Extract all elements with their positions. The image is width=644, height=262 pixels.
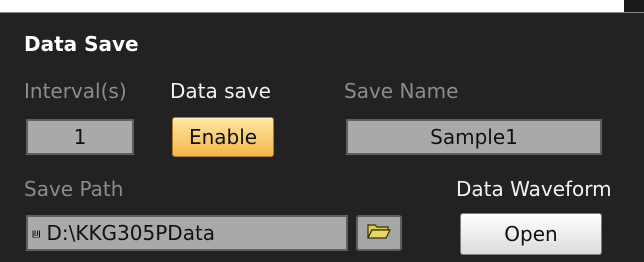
interval-input[interactable]: 1 <box>26 119 134 155</box>
save-name-input[interactable]: Sample1 <box>346 119 602 155</box>
open-waveform-button[interactable]: Open <box>460 213 602 255</box>
save-name-label: Save Name <box>344 79 459 103</box>
save-path-value: D:\KKG305PData <box>46 221 216 245</box>
section-title: Data Save <box>24 32 139 56</box>
top-strip <box>0 0 644 12</box>
data-waveform-label: Data Waveform <box>456 177 612 201</box>
save-path-label: Save Path <box>24 177 124 201</box>
interval-label: Interval(s) <box>24 79 127 103</box>
enable-button[interactable]: Enable <box>172 117 274 157</box>
path-icon: ⩏ <box>32 224 41 242</box>
browse-folder-button[interactable] <box>356 215 402 251</box>
save-path-input[interactable]: ⩏ D:\KKG305PData <box>26 215 348 251</box>
top-strip-dark <box>624 0 644 12</box>
data-save-panel: Data Save Interval(s) Data save Save Nam… <box>0 12 644 262</box>
folder-open-icon <box>366 222 392 245</box>
data-save-label: Data save <box>170 79 271 103</box>
